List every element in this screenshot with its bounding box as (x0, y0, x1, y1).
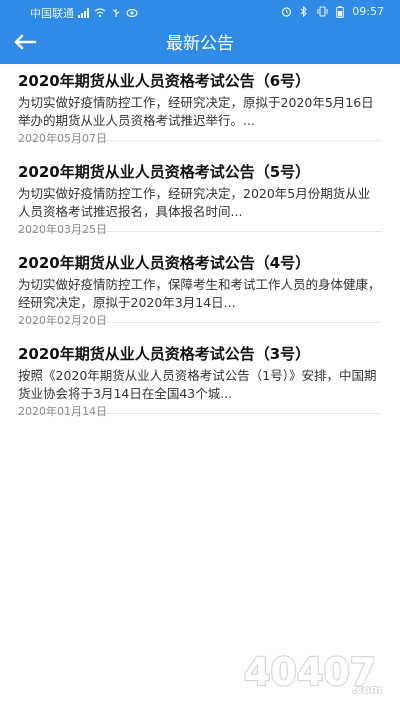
page-title: 最新公告 (166, 34, 234, 54)
usb-icon (110, 7, 122, 19)
announcement-item[interactable]: 2020年期货从业人员资格考试公告（3号） 按照《2020年期货从业人员资格考试… (18, 337, 382, 418)
announcement-item[interactable]: 2020年期货从业人员资格考试公告（4号） 为切实做好疫情防控工作，保障考生和考… (18, 246, 382, 327)
announcement-title: 2020年期货从业人员资格考试公告（6号） (18, 72, 311, 90)
vibrate-icon (316, 6, 328, 18)
announcement-summary: 按照《2020年期货从业人员资格考试公告（1号）》安排，中国期货业协会将于3月1… (18, 368, 377, 401)
status-left: 中国联通 (30, 5, 138, 21)
bluetooth-icon (298, 6, 310, 18)
announcement-summary: 为切实做好疫情防控工作，经研究决定，原拟于2020年5月16日举办的期货从业人员… (18, 95, 374, 128)
status-right: 09:57 (280, 5, 384, 18)
header: 中国联通 09:57 最新公告 (0, 0, 400, 64)
announcement-date: 2020年05月07日 (18, 132, 107, 145)
announcement-date: 2020年03月25日 (18, 223, 107, 236)
announcement-item[interactable]: 2020年期货从业人员资格考试公告（5号） 为切实做好疫情防控工作，经研究决定，… (18, 155, 382, 236)
announcement-summary: 为切实做好疫情防控工作，经研究决定，2020年5月份期货从业人员资格考试推迟报名… (18, 186, 371, 219)
status-bar: 中国联通 09:57 (0, 0, 400, 24)
announcement-title: 2020年期货从业人员资格考试公告（3号） (18, 345, 311, 363)
app-bar: 最新公告 (0, 24, 400, 64)
announcement-item[interactable]: 2020年期货从业人员资格考试公告（6号） 为切实做好疫情防控工作，经研究决定，… (18, 64, 382, 145)
carrier-label: 中国联通 (30, 7, 74, 20)
signal-icon (78, 7, 90, 19)
announcement-title: 2020年期货从业人员资格考试公告（4号） (18, 254, 311, 272)
announcement-summary: 为切实做好疫情防控工作，保障考生和考试工作人员的身体健康，经研究决定，原拟于20… (18, 277, 381, 310)
announcement-list: 2020年期货从业人员资格考试公告（6号） 为切实做好疫情防控工作，经研究决定，… (0, 64, 400, 418)
alarm-icon (280, 6, 292, 18)
screen: 中国联通 09:57 最新公告 2020年期货从业人员资格考试公告（6号） 为切… (0, 0, 400, 711)
wifi-icon (94, 7, 106, 19)
eye-icon (126, 7, 138, 19)
announcement-title: 2020年期货从业人员资格考试公告（5号） (18, 163, 311, 181)
watermark-suffix: .com (352, 683, 382, 696)
watermark-logo: 40407 .com (243, 649, 383, 697)
status-time: 09:57 (352, 5, 384, 18)
announcement-date: 2020年01月14日 (18, 405, 107, 418)
battery-icon (334, 5, 346, 18)
announcement-date: 2020年02月20日 (18, 314, 107, 327)
